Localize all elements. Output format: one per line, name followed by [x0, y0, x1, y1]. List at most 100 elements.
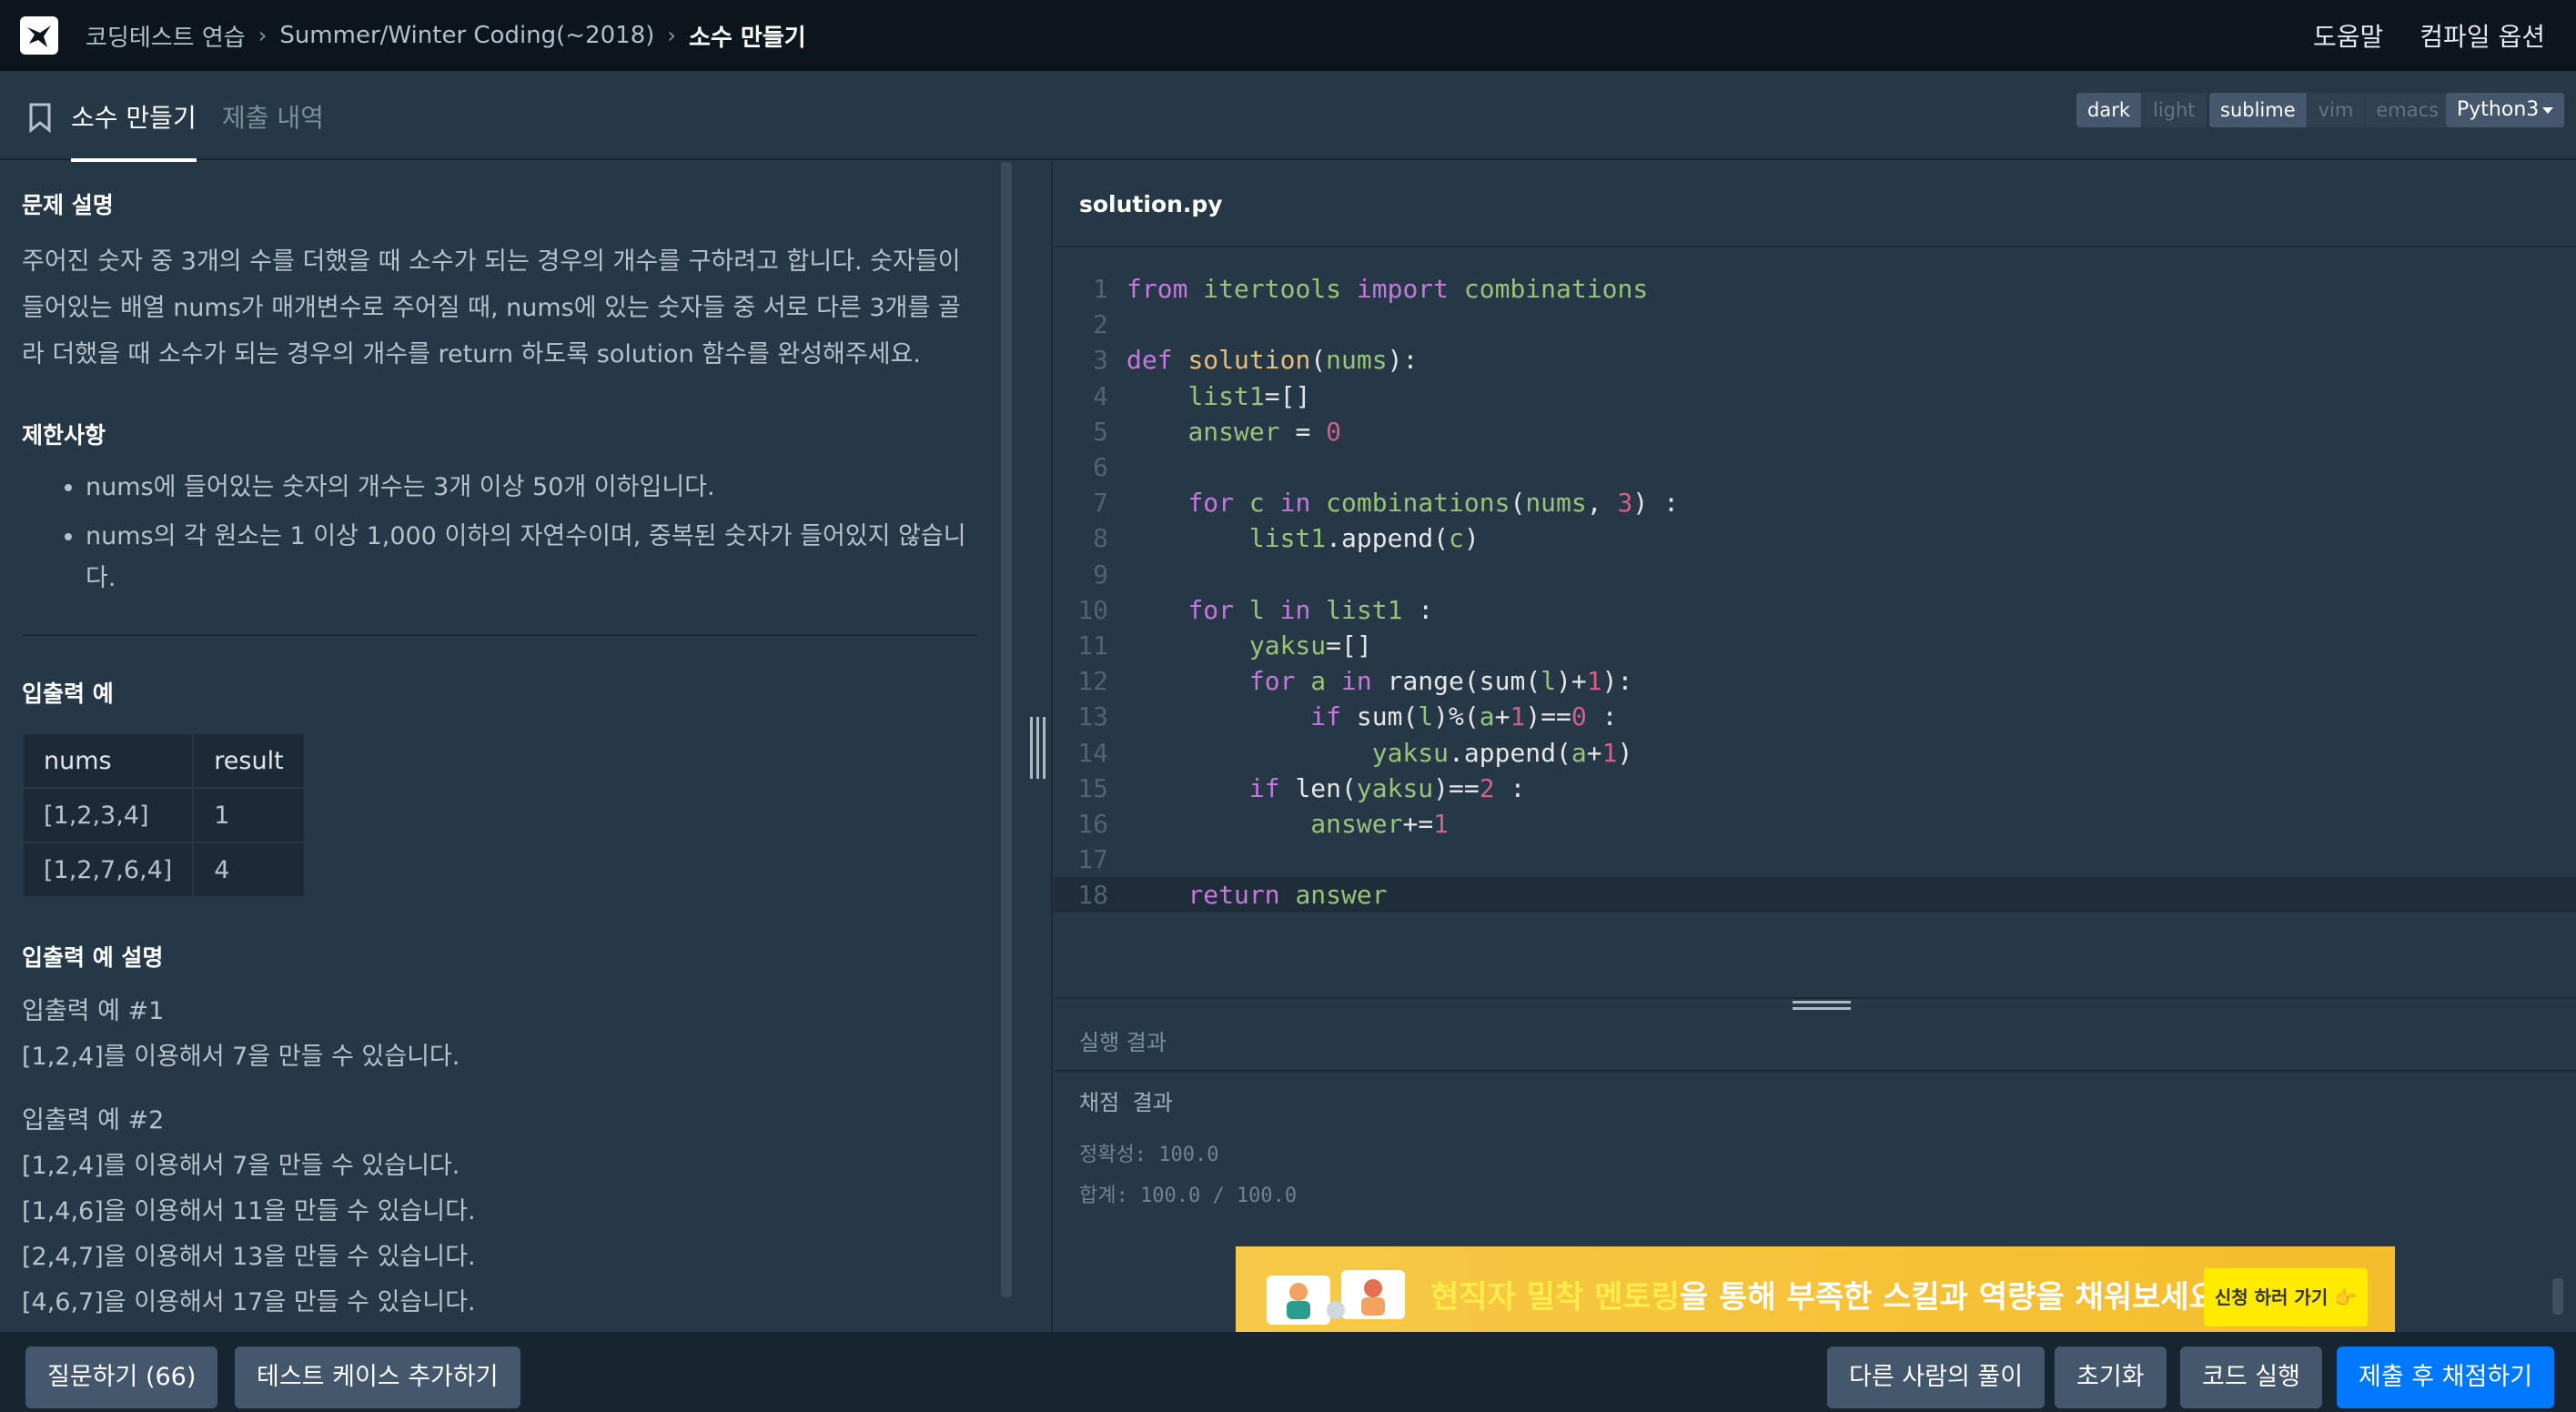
example-2: 입출력 예 #2 [1,2,4]를 이용해서 7을 만들 수 있습니다. [1,…: [22, 1098, 979, 1326]
keymap-vim-button[interactable]: vim: [2307, 93, 2366, 127]
language-select-value: Python3: [2457, 98, 2540, 121]
result-divider: [1054, 997, 2576, 999]
code-line[interactable]: 9: [1054, 557, 2576, 592]
code-line[interactable]: 17: [1054, 842, 2576, 877]
keymap-sublime-button[interactable]: sublime: [2209, 93, 2308, 127]
line-number: 12: [1077, 666, 1108, 697]
keymap-emacs-button[interactable]: emacs: [2365, 93, 2451, 127]
code-line[interactable]: 18 return answer: [1054, 877, 2576, 913]
code-line[interactable]: 7 for c in combinations(nums, 3) :: [1054, 485, 2576, 520]
limits-heading: 제한사항: [22, 422, 106, 449]
description-line: 라 더했을 때 소수가 되는 경우의 개수를 return 하도록 soluti…: [22, 340, 921, 368]
banner-text-highlight: 현직자 밀착 멘토링: [1430, 1279, 1680, 1316]
line-number: 6: [1093, 452, 1108, 483]
breadcrumb-category[interactable]: Summer/Winter Coding(~2018): [279, 22, 654, 49]
line-number: 5: [1093, 416, 1108, 447]
line-number: 15: [1077, 772, 1108, 803]
compile-options-link[interactable]: 컴파일 옵션: [2419, 17, 2545, 54]
banner-apply-button[interactable]: 신청 하러 가기 👉: [2204, 1268, 2368, 1326]
table-row: [1,2,7,6,4] 4: [21, 842, 306, 898]
code-editor: solution.py 1 from itertools import combi…: [1054, 162, 2576, 999]
code-line[interactable]: 6: [1054, 449, 2576, 485]
code-line[interactable]: 8 list1.append(c): [1054, 520, 2576, 556]
code-text: list1.append(c): [1248, 523, 1480, 554]
code-line[interactable]: 11 yaksu=[]: [1054, 628, 2576, 663]
code-line[interactable]: 10 for l in list1 :: [1054, 592, 2576, 628]
code-line[interactable]: 4 list1=[]: [1054, 378, 2576, 414]
limit-item: nums의 각 원소는 1 이상 1,000 이하의 자연수이며, 중복된 숫자…: [86, 516, 979, 600]
breadcrumb: 코딩테스트 연습 › Summer/Winter Coding(~2018) ›…: [86, 19, 806, 53]
code-area[interactable]: 1 from itertools import combinations 2 3 def…: [1054, 271, 2576, 913]
result-resize-handle[interactable]: [1793, 1001, 1851, 1019]
help-link[interactable]: 도움말: [2313, 17, 2383, 54]
panel-resize-handle[interactable]: [1028, 717, 1046, 779]
code-line[interactable]: 1 from itertools import combinations: [1054, 271, 2576, 307]
theme-dark-button[interactable]: dark: [2076, 93, 2142, 127]
language-select[interactable]: Python3: [2446, 93, 2564, 127]
theme-light-button[interactable]: light: [2142, 93, 2207, 127]
table-header: result: [192, 732, 306, 789]
code-line[interactable]: 15 if len(yaksu)==2 :: [1054, 771, 2576, 806]
line-number: 9: [1093, 559, 1108, 590]
others-solutions-button[interactable]: 다른 사람의 풀이: [1827, 1346, 2046, 1408]
grading-title: 채점 결과: [1079, 1090, 1173, 1115]
table-cell: [1,2,3,4]: [21, 787, 195, 843]
code-text: return answer: [1187, 880, 1388, 911]
banner-text-rest: 을 통해 부족한 스킬과 역량을 채워보세요: [1679, 1279, 2217, 1316]
result-output: 채점 결과 정확성: 100.0 합계: 100.0 / 100.0: [1079, 1084, 1297, 1216]
mentoring-illustration-icon: [1267, 1270, 1412, 1325]
line-number: 14: [1077, 737, 1108, 768]
table-header: nums: [21, 732, 195, 789]
result-scrollbar[interactable]: [2552, 1278, 2563, 1315]
line-number: 4: [1093, 380, 1108, 411]
table-row: [1,2,3,4] 1: [21, 787, 306, 843]
section-divider: [22, 634, 977, 636]
run-code-button[interactable]: 코드 실행: [2180, 1346, 2322, 1408]
code-text: def solution(nums):: [1126, 345, 1419, 376]
code-line[interactable]: 3 def solution(nums):: [1054, 342, 2576, 378]
keymap-toggle: sublime vim emacs: [2209, 93, 2451, 127]
line-number: 3: [1093, 345, 1108, 376]
table-cell: [1,2,7,6,4]: [21, 842, 195, 898]
line-number: 2: [1093, 309, 1108, 340]
code-line[interactable]: 16 answer+=1: [1054, 806, 2576, 842]
chevron-right-icon: ›: [667, 23, 677, 48]
line-number: 11: [1077, 630, 1108, 661]
reset-button[interactable]: 초기화: [2055, 1346, 2167, 1408]
bottom-action-bar: 질문하기 (66) 테스트 케이스 추가하기 다른 사람의 풀이 초기화 코드 …: [0, 1332, 2576, 1412]
example-title: 입출력 예 #2: [22, 1106, 165, 1135]
io-table: nums result [1,2,3,4] 1 [1,2,7,6,4] 4: [21, 732, 306, 898]
add-testcase-button[interactable]: 테스트 케이스 추가하기: [235, 1346, 520, 1408]
result-divider: [1054, 1070, 2576, 1072]
code-text: answer+=1: [1310, 808, 1450, 839]
code-line[interactable]: 5 answer = 0: [1054, 414, 2576, 449]
code-line[interactable]: 13 if sum(l)%(a+1)==0 :: [1054, 699, 2576, 734]
example-line: [2,4,7]을 이용해서 13을 만들 수 있습니다.: [22, 1243, 476, 1271]
line-number: 17: [1077, 844, 1108, 875]
accuracy-text: 정확성: 100.0: [1079, 1144, 1219, 1166]
mentoring-banner[interactable]: 현직자 밀착 멘토링을 통해 부족한 스킬과 역량을 채워보세요 신청 하러 가…: [1236, 1246, 2395, 1332]
tab-submissions[interactable]: 제출 내역: [222, 98, 324, 158]
example-line: [1,4,6]을 이용해서 11을 만들 수 있습니다.: [22, 1197, 476, 1225]
problem-description-panel: 문제 설명 주어진 숫자 중 3개의 수를 더했을 때 소수가 되는 경우의 개…: [0, 162, 1001, 1332]
example-line: [1,2,4]를 이용해서 7을 만들 수 있습니다.: [22, 1043, 460, 1071]
tab-problem[interactable]: 소수 만들기: [71, 98, 197, 162]
programmers-logo-icon[interactable]: [20, 16, 58, 55]
question-button[interactable]: 질문하기 (66): [25, 1346, 218, 1408]
code-line[interactable]: 2: [1054, 307, 2576, 342]
submit-button[interactable]: 제출 후 채점하기: [2337, 1346, 2555, 1408]
example-line: [1,2,4]를 이용해서 7을 만들 수 있습니다.: [22, 1152, 460, 1180]
code-line[interactable]: 12 for a in range(sum(l)+1):: [1054, 663, 2576, 699]
description-scrollbar[interactable]: [1001, 162, 1012, 1297]
line-number: 10: [1077, 594, 1108, 625]
line-number: 7: [1093, 488, 1108, 519]
bookmark-icon[interactable]: [27, 102, 53, 136]
example-1: 입출력 예 #1 [1,2,4]를 이용해서 7을 만들 수 있습니다.: [22, 989, 979, 1080]
example-line: [4,6,7]을 이용해서 17을 만들 수 있습니다.: [22, 1288, 476, 1316]
code-line[interactable]: 14 yaksu.append(a+1): [1054, 734, 2576, 770]
limit-item: nums에 들어있는 숫자의 개수는 3개 이상 50개 이하입니다.: [86, 467, 979, 509]
panel-separator: [1051, 162, 1053, 1332]
description-line: 주어진 숫자 중 3개의 수를 더했을 때 소수가 되는 경우의 개수를 구하려…: [22, 247, 961, 276]
breadcrumb-coding-test[interactable]: 코딩테스트 연습: [86, 19, 246, 53]
breadcrumb-current: 소수 만들기: [689, 24, 806, 52]
